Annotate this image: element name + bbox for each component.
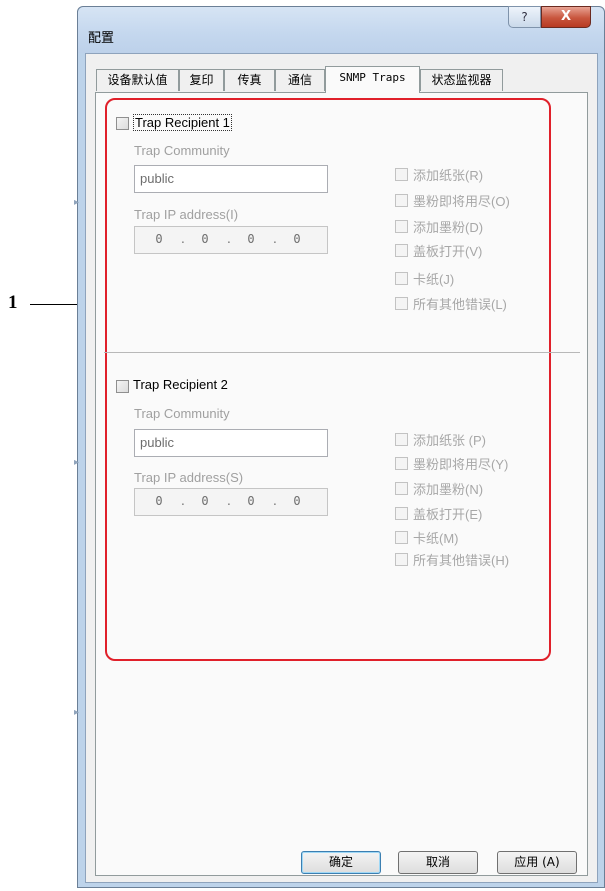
edge-marker-icon: ▸ — [74, 707, 80, 718]
trap-recipient-1-label: Trap Recipient 1 — [133, 114, 232, 131]
title-bar[interactable]: 配置 ? X — [78, 6, 604, 53]
option-checkbox[interactable] — [395, 507, 408, 520]
option-label: 添加纸张(R) — [413, 168, 484, 183]
trap-recipient-2-checkbox[interactable] — [116, 380, 129, 393]
option-checkbox[interactable] — [395, 482, 408, 495]
option-label: 所有其他错误(H) — [413, 553, 510, 568]
trap-community-2-label: Trap Community — [134, 406, 230, 421]
dialog-client-area: 设备默认值 复印 传真 通信 SNMP Traps 状态监视器 Trap Rec… — [85, 53, 598, 883]
config-dialog: 配置 ? X ▸ ▸ ▸ 设备默认值 复印 传真 通信 SNMP Traps 状… — [74, 6, 605, 888]
option-label: 盖板打开(V) — [413, 244, 483, 259]
option-label: 添加墨粉(D) — [413, 220, 484, 235]
option-label: 卡纸(J) — [413, 272, 455, 287]
option-label: 盖板打开(E) — [413, 507, 483, 522]
help-button[interactable]: ? — [508, 6, 541, 28]
option-checkbox[interactable] — [395, 220, 408, 233]
snmp-traps-panel: Trap Recipient 1 Trap Community public T… — [95, 92, 588, 876]
option-checkbox[interactable] — [395, 297, 408, 310]
tab-snmp-traps[interactable]: SNMP Traps — [325, 66, 420, 93]
tab-fax[interactable]: 传真 — [224, 69, 275, 91]
option-label: 墨粉即将用尽(Y) — [413, 457, 509, 472]
ip-dot: . — [227, 494, 231, 508]
ip-octet: 0 — [201, 232, 209, 246]
trap-ip-2-input[interactable]: 0 . 0 . 0 . 0 — [134, 488, 328, 516]
option-label: 添加墨粉(N) — [413, 482, 484, 497]
option-checkbox[interactable] — [395, 433, 408, 446]
ip-octet: 0 — [155, 232, 163, 246]
ip-octet: 0 — [247, 232, 255, 246]
ip-dot: . — [181, 494, 185, 508]
callout-number: 1 — [8, 292, 18, 313]
close-button[interactable]: X — [541, 6, 591, 28]
tab-device-defaults[interactable]: 设备默认值 — [96, 69, 179, 91]
option-checkbox[interactable] — [395, 272, 408, 285]
ip-dot: . — [181, 232, 185, 246]
trap-recipient-2-label: Trap Recipient 2 — [133, 377, 228, 392]
ip-dot: . — [273, 232, 277, 246]
ip-octet: 0 — [155, 494, 163, 508]
ip-dot: . — [227, 232, 231, 246]
ip-octet: 0 — [247, 494, 255, 508]
option-label: 所有其他错误(L) — [413, 297, 507, 312]
option-label: 添加纸张 (P) — [413, 433, 486, 448]
edge-marker-icon: ▸ — [74, 197, 80, 208]
ip-octet: 0 — [293, 494, 301, 508]
trap-community-1-input[interactable]: public — [134, 165, 328, 193]
ip-octet: 0 — [293, 232, 301, 246]
trap-ip-1-label: Trap IP address(I) — [134, 207, 239, 222]
trap-recipient-1-checkbox[interactable] — [116, 117, 129, 130]
tab-status-monitor[interactable]: 状态监视器 — [420, 69, 503, 91]
option-label: 卡纸(M) — [413, 531, 459, 546]
trap-ip-2-label: Trap IP address(S) — [134, 470, 244, 485]
ip-octet: 0 — [201, 494, 209, 508]
option-checkbox[interactable] — [395, 244, 408, 257]
trap-community-2-input[interactable]: public — [134, 429, 328, 457]
option-checkbox[interactable] — [395, 553, 408, 566]
apply-button[interactable]: 应用 (A) — [497, 851, 577, 874]
trap-ip-1-input[interactable]: 0 . 0 . 0 . 0 — [134, 226, 328, 254]
ip-dot: . — [273, 494, 277, 508]
dialog-title: 配置 — [88, 30, 115, 45]
trap-community-1-label: Trap Community — [134, 143, 230, 158]
edge-marker-icon: ▸ — [74, 457, 80, 468]
tab-communication[interactable]: 通信 — [275, 69, 325, 91]
section-divider — [104, 352, 580, 353]
option-label: 墨粉即将用尽(O) — [413, 194, 510, 209]
ok-button[interactable]: 确定 — [301, 851, 381, 874]
option-checkbox[interactable] — [395, 194, 408, 207]
option-checkbox[interactable] — [395, 531, 408, 544]
option-checkbox[interactable] — [395, 168, 408, 181]
option-checkbox[interactable] — [395, 457, 408, 470]
cancel-button[interactable]: 取消 — [398, 851, 478, 874]
tab-copy[interactable]: 复印 — [179, 69, 224, 91]
